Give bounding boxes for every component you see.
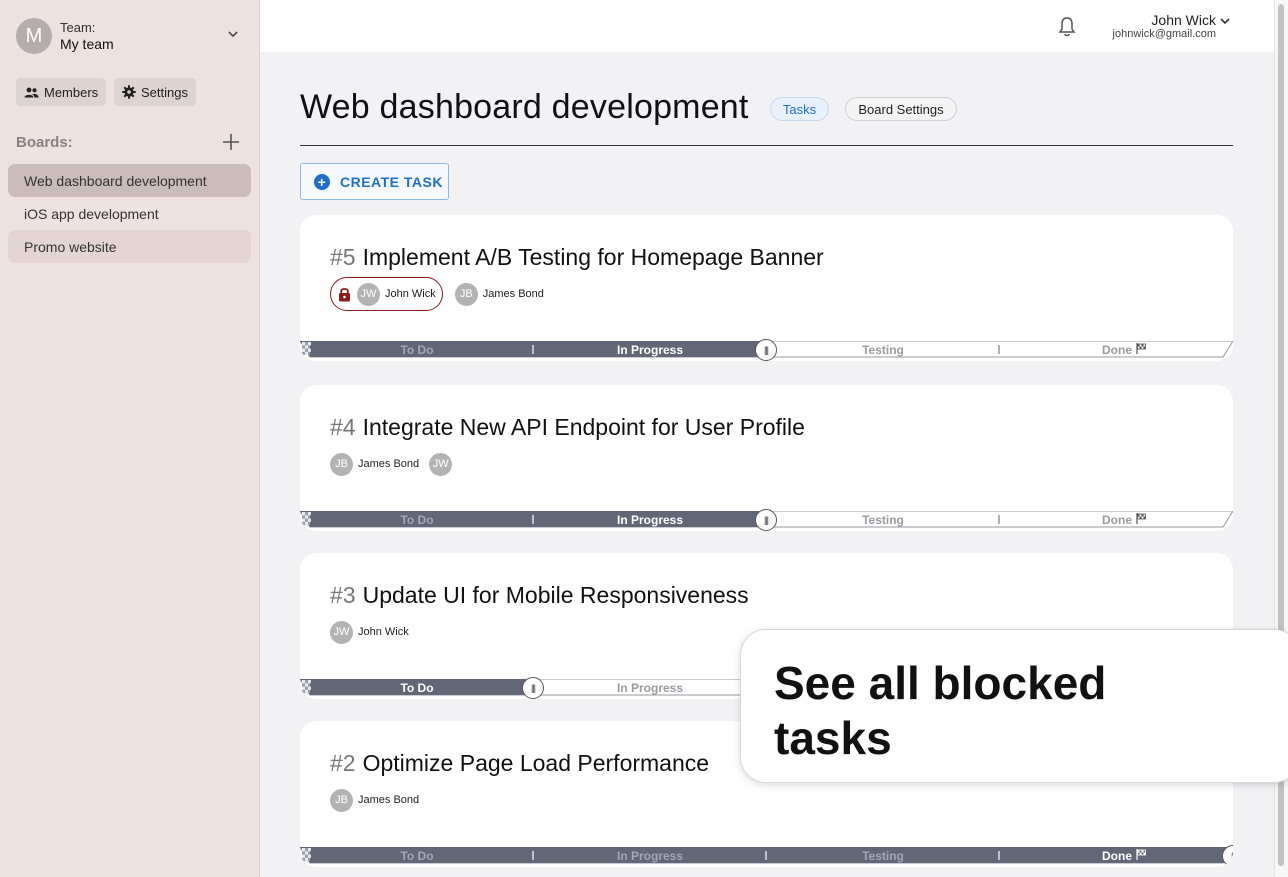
blocked-tasks-tooltip: See all blocked tasks xyxy=(740,629,1288,783)
task-title-row: #5 Implement A/B Testing for Homepage Ban… xyxy=(330,244,824,271)
team-label: Team: xyxy=(60,20,96,35)
team-selector[interactable]: M Team: My team xyxy=(16,18,246,54)
assignee[interactable]: JB James Bond xyxy=(330,452,420,476)
assignee-list: JW John Wick xyxy=(330,615,419,649)
stage-label: To Do xyxy=(400,343,434,357)
user-email: johnwick@gmail.com xyxy=(1112,28,1216,40)
task-number: #3 xyxy=(330,582,356,608)
avatar: JB xyxy=(330,452,353,476)
plus-circle-icon: + xyxy=(314,173,330,190)
stage-drag-handle[interactable]: ||| xyxy=(522,677,544,699)
stage-label: Testing xyxy=(862,849,904,863)
task-title-row: #4 Integrate New API Endpoint for User Pr… xyxy=(330,414,805,441)
progress-bar-graphic xyxy=(300,847,1233,864)
assignee-name: James Bond xyxy=(358,458,420,470)
members-button[interactable]: Members xyxy=(16,78,107,106)
task-card[interactable]: #5 Implement A/B Testing for Homepage Ban… xyxy=(300,215,1233,361)
assignee[interactable]: JB James Bond xyxy=(330,788,420,812)
stage-drag-handle[interactable]: ||| xyxy=(755,339,777,361)
people-icon xyxy=(24,87,39,97)
bell-icon[interactable] xyxy=(1058,16,1076,37)
stage-drag-handle[interactable]: ||| xyxy=(755,509,777,531)
user-name[interactable]: John Wick xyxy=(1151,12,1216,28)
team-name: My team xyxy=(60,36,114,52)
stage-label: In Progress xyxy=(616,849,684,863)
task-title-row: #2 Optimize Page Load Performance xyxy=(330,750,709,777)
assignee-name: John Wick xyxy=(385,288,436,300)
board-item-promo-website[interactable]: Promo website xyxy=(8,230,251,263)
assignee-list: JB James Bond JW xyxy=(330,447,467,481)
board-item-label: Promo website xyxy=(24,238,117,255)
stage-label: In Progress xyxy=(616,681,684,695)
blocked-assignee-chip[interactable]: JW John Wick xyxy=(330,277,443,311)
chevron-down-icon[interactable] xyxy=(1220,17,1230,25)
stage-label: Testing xyxy=(862,513,904,527)
stage-progress-track[interactable]: To DoIn ProgressTestingDone||| xyxy=(300,845,1233,867)
task-title: Optimize Page Load Performance xyxy=(362,750,710,776)
board-item-label: iOS app development xyxy=(24,205,159,222)
tab-tasks[interactable]: Tasks xyxy=(770,97,829,121)
task-title-row: #3 Update UI for Mobile Responsiveness xyxy=(330,582,749,609)
finish-flag-icon xyxy=(1136,849,1146,860)
task-number: #4 xyxy=(330,414,356,440)
tab-board-settings[interactable]: Board Settings xyxy=(845,97,957,121)
board-item-label: Web dashboard development xyxy=(24,172,207,189)
stage-label: To Do xyxy=(400,849,434,863)
tooltip-text: See all blocked tasks xyxy=(774,657,1107,764)
assignee-name: John Wick xyxy=(358,626,409,638)
title-divider xyxy=(300,145,1233,146)
task-number: #2 xyxy=(330,750,356,776)
assignee[interactable]: JW xyxy=(429,452,457,476)
avatar: JW xyxy=(357,282,380,306)
settings-button[interactable]: Settings xyxy=(114,78,196,106)
assignee[interactable]: JW John Wick xyxy=(330,620,409,644)
page-title: Web dashboard development xyxy=(300,88,749,126)
boards-heading: Boards: xyxy=(16,134,73,151)
add-board-icon[interactable] xyxy=(222,133,240,151)
board-item-web-dashboard[interactable]: Web dashboard development xyxy=(8,164,251,197)
stage-label: To Do xyxy=(400,513,434,527)
board-item-ios-app[interactable]: iOS app development xyxy=(8,197,251,230)
top-bar: John Wick johnwick@gmail.com xyxy=(260,0,1274,52)
create-task-label: CREATE TASK xyxy=(340,173,443,190)
avatar: JB xyxy=(454,282,478,306)
sidebar: M Team: My team Members Settings Boards:… xyxy=(0,0,260,877)
lock-icon xyxy=(339,288,350,302)
assignee-name: James Bond xyxy=(482,288,544,300)
team-avatar: M xyxy=(16,18,52,54)
stage-progress-track[interactable]: To Do In Progress Testing Done ||| xyxy=(300,509,1233,531)
task-card[interactable]: #4 Integrate New API Endpoint for User Pr… xyxy=(300,385,1233,531)
task-title: Update UI for Mobile Responsiveness xyxy=(362,582,749,608)
stage-label: Done xyxy=(1102,343,1132,357)
task-number: #5 xyxy=(330,244,356,270)
task-title: Integrate New API Endpoint for User Prof… xyxy=(362,414,805,440)
finish-flag-icon xyxy=(1136,513,1146,524)
assignee-list: JB James Bond xyxy=(330,783,429,817)
chevron-down-icon[interactable] xyxy=(228,29,238,39)
stage-label: In Progress xyxy=(616,513,684,527)
avatar: JB xyxy=(330,788,353,812)
members-label: Members xyxy=(44,84,99,100)
stage-label: Done xyxy=(1102,513,1132,527)
assignee-name: James Bond xyxy=(358,794,420,806)
assignee[interactable]: JB James Bond xyxy=(454,282,544,306)
stage-label: Testing xyxy=(862,343,904,357)
stage-label: In Progress xyxy=(616,343,684,357)
create-task-button[interactable]: + CREATE TASK xyxy=(300,163,449,200)
gear-icon xyxy=(122,85,136,99)
assignee-list: JW John Wick JB James Bond xyxy=(330,277,554,311)
avatar: JW xyxy=(330,620,353,644)
avatar: JW xyxy=(429,452,453,476)
stage-label: To Do xyxy=(400,681,434,695)
stage-label: Done xyxy=(1102,849,1132,863)
task-title: Implement A/B Testing for Homepage Banne… xyxy=(362,244,824,270)
finish-flag-icon xyxy=(1136,343,1146,354)
stage-progress-track[interactable]: To Do In Progress Testing Done ||| xyxy=(300,339,1233,361)
settings-label: Settings xyxy=(141,84,188,100)
